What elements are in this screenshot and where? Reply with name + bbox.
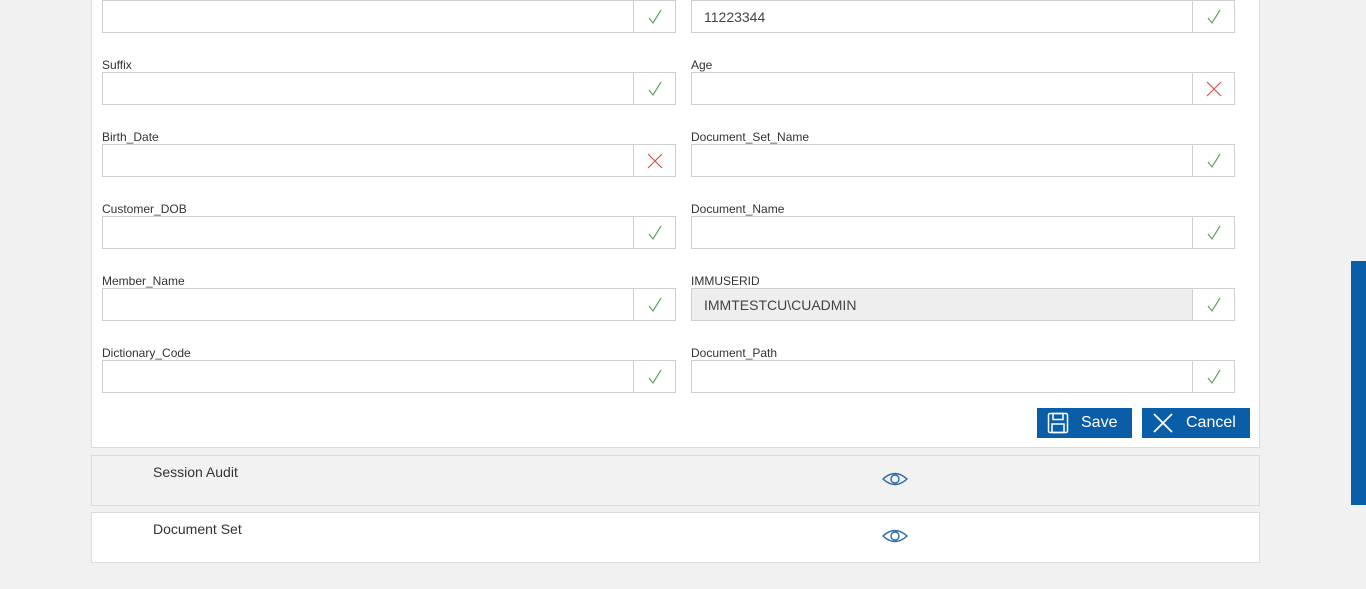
valid-check-icon	[633, 73, 675, 104]
field-label: Document_Set_Name	[691, 130, 810, 144]
valid-check-icon	[633, 289, 675, 320]
save-label: Save	[1081, 414, 1118, 431]
dictionary-code-input[interactable]	[103, 361, 633, 392]
invalid-x-icon	[1192, 73, 1234, 104]
immuserid-input	[692, 289, 1192, 320]
valid-check-icon	[1192, 1, 1234, 32]
document-path-input[interactable]	[692, 361, 1192, 392]
field-label: Document_Name	[691, 202, 785, 216]
field-label: Age	[691, 58, 713, 72]
document-set-name-input[interactable]	[692, 145, 1192, 176]
close-icon	[1152, 412, 1174, 434]
valid-check-icon	[1192, 361, 1234, 392]
eye-icon[interactable]	[881, 470, 909, 488]
member-name-input[interactable]	[103, 289, 633, 320]
valid-check-icon	[633, 217, 675, 248]
cancel-button[interactable]: Cancel	[1142, 408, 1250, 438]
eye-icon[interactable]	[881, 527, 909, 545]
section-session-audit[interactable]: Session Audit	[91, 455, 1260, 506]
suffix-input[interactable]	[103, 73, 633, 104]
first-name-input[interactable]	[103, 1, 633, 32]
document-name-input[interactable]	[692, 217, 1192, 248]
section-title: Session Audit	[153, 464, 238, 480]
valid-check-icon	[633, 1, 675, 32]
record-form-panel: Suffix Birth_Date Customer_DOB Member_Na…	[91, 0, 1260, 448]
field-label: Dictionary_Code	[102, 346, 191, 360]
birth-date-input[interactable]	[103, 145, 633, 176]
field-label: Birth_Date	[102, 130, 159, 144]
field-label: Member_Name	[102, 274, 185, 288]
valid-check-icon	[1192, 145, 1234, 176]
floppy-disk-icon	[1047, 412, 1069, 434]
valid-check-icon	[1192, 217, 1234, 248]
field-label: Document_Path	[691, 346, 778, 360]
section-document-set[interactable]: Document Set	[91, 512, 1260, 563]
customer-dob-input[interactable]	[103, 217, 633, 248]
valid-check-icon	[1192, 289, 1234, 320]
side-panel-tab[interactable]	[1351, 261, 1366, 505]
section-title: Document Set	[153, 521, 242, 537]
invalid-x-icon	[633, 145, 675, 176]
age-input[interactable]	[692, 73, 1192, 104]
member-id-input[interactable]	[692, 1, 1192, 32]
field-label: Customer_DOB	[102, 202, 187, 216]
field-label: Suffix	[102, 58, 132, 72]
valid-check-icon	[633, 361, 675, 392]
cancel-label: Cancel	[1186, 414, 1236, 431]
save-button[interactable]: Save	[1037, 408, 1132, 438]
field-label: IMMUSERID	[691, 274, 760, 288]
